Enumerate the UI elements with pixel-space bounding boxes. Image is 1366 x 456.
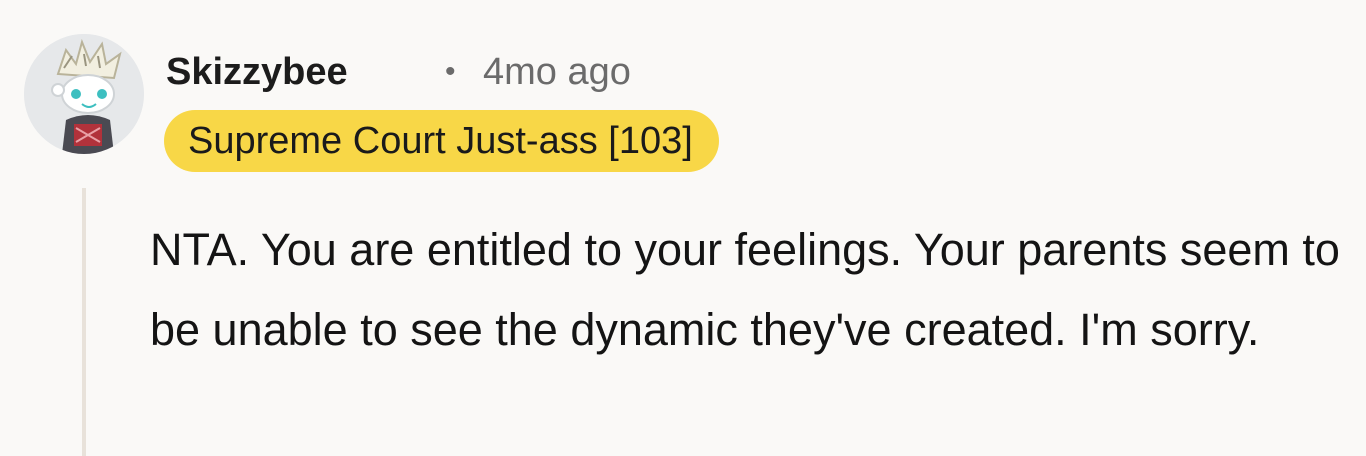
- snoo-avatar-icon: [24, 34, 144, 154]
- username[interactable]: Skizzybee: [166, 50, 348, 94]
- user-flair: Supreme Court Just-ass [103]: [164, 110, 719, 172]
- meta-separator: •: [445, 55, 456, 88]
- timestamp[interactable]: 4mo ago: [483, 50, 631, 94]
- comment-body: NTA. You are entitled to your feelings. …: [150, 224, 1340, 355]
- thread-line[interactable]: [82, 188, 86, 456]
- user-avatar[interactable]: [24, 34, 144, 154]
- comment: Skizzybee • 4mo ago Supreme Court Just-a…: [0, 0, 1366, 456]
